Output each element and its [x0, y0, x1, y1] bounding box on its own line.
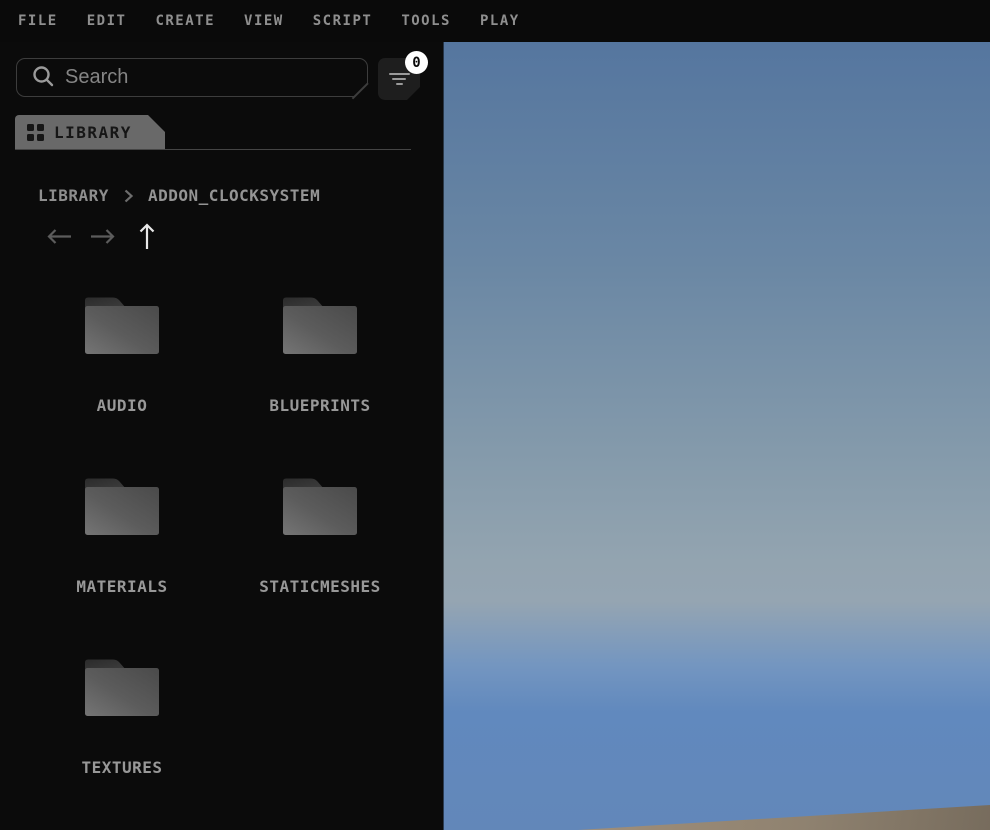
funnel-icon [389, 73, 410, 85]
tab-library[interactable]: LIBRARY [15, 115, 165, 149]
breadcrumb-current[interactable]: ADDON_CLOCKSYSTEM [148, 186, 320, 205]
folder-icon [85, 297, 159, 354]
menu-bar: FILE EDIT CREATE VIEW SCRIPT TOOLS PLAY [0, 0, 990, 42]
folder-label: TEXTURES [81, 758, 163, 777]
tab-label: LIBRARY [54, 122, 132, 142]
menu-item-view[interactable]: VIEW [244, 13, 284, 29]
menu-item-create[interactable]: CREATE [155, 13, 215, 29]
menu-item-script[interactable]: SCRIPT [313, 13, 373, 29]
folder-label: BLUEPRINTS [269, 396, 371, 415]
forward-button[interactable] [89, 228, 116, 245]
arrow-left-icon [47, 228, 71, 244]
folder-item-materials[interactable]: MATERIALS [23, 476, 221, 596]
search-input[interactable] [65, 66, 367, 89]
menu-item-play[interactable]: PLAY [480, 13, 520, 29]
viewport-3d[interactable] [443, 42, 990, 830]
magnifier-icon [31, 64, 55, 92]
folder-item-textures[interactable]: TEXTURES [23, 657, 221, 777]
folder-icon [85, 659, 159, 716]
arrow-up-icon [139, 222, 155, 249]
grid-icon [27, 124, 44, 141]
back-button[interactable] [46, 228, 73, 245]
asset-browser-panel: 0 LIBRARY LIBRARY ADDON_CLOCKSYSTEM [0, 42, 443, 830]
folder-label: MATERIALS [76, 577, 168, 596]
viewport-floor-plane [578, 805, 990, 830]
navigation-row [46, 220, 156, 252]
menu-item-file[interactable]: FILE [18, 13, 58, 29]
search-box[interactable] [16, 58, 369, 98]
folder-icon [283, 478, 357, 535]
folder-item-audio[interactable]: AUDIO [23, 295, 221, 415]
menu-item-edit[interactable]: EDIT [87, 13, 127, 29]
menu-item-tools[interactable]: TOOLS [401, 13, 451, 29]
arrow-right-icon [91, 228, 115, 244]
tab-underline [15, 149, 411, 150]
chevron-right-icon [124, 189, 133, 203]
folder-icon [283, 297, 357, 354]
breadcrumb: LIBRARY ADDON_CLOCKSYSTEM [38, 186, 320, 205]
up-button[interactable] [138, 222, 156, 251]
folder-icon [85, 478, 159, 535]
folder-item-blueprints[interactable]: BLUEPRINTS [221, 295, 419, 415]
folder-label: AUDIO [96, 396, 148, 415]
filter-count-badge: 0 [405, 51, 428, 74]
breadcrumb-root[interactable]: LIBRARY [38, 186, 109, 205]
folder-item-staticmeshes[interactable]: STATICMESHES [221, 476, 419, 596]
folder-label: STATICMESHES [259, 577, 381, 596]
folder-grid: AUDIO BLUEPRINTS MATERIALS STATICMESHES … [23, 295, 419, 777]
